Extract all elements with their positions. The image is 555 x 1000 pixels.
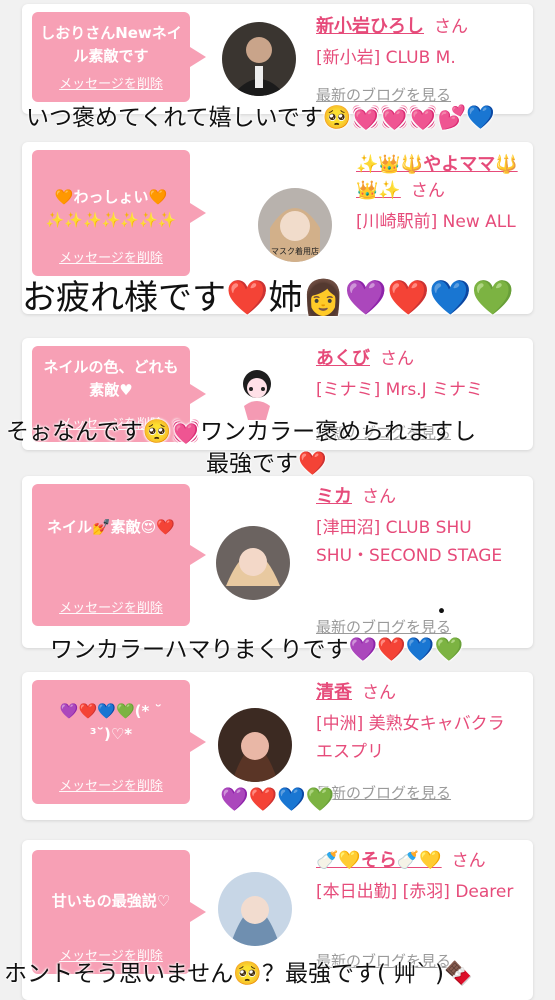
profile-name-link[interactable]: 清香 — [316, 682, 352, 703]
shop-name: [川崎駅前] New ALL — [356, 212, 516, 232]
profile-name-link[interactable]: ミカ — [316, 486, 352, 507]
honorific: さん — [410, 181, 445, 201]
profile-info: 新小岩ひろし さん [新小岩] CLUB M. — [316, 14, 523, 72]
profile-info: ✨👑🔱やよママ🔱👑✨ さん [川崎駅前] New ALL — [356, 152, 523, 236]
avatar[interactable] — [222, 22, 296, 96]
message-text: ネイル💅素敵😍❤️ — [47, 518, 175, 536]
delete-message-link[interactable]: メッセージを削除 — [32, 597, 190, 616]
profile-info: あくび さん [ミナミ] Mrs.J ミナミ — [316, 346, 523, 404]
message-bubble: ネイル💅素敵😍❤️ メッセージを削除 — [32, 484, 206, 626]
avatar[interactable] — [218, 708, 292, 782]
avatar-caption: マスク着用店 — [271, 246, 319, 256]
message-card: ネイル💅素敵😍❤️ メッセージを削除 ミカ さん [津田沼] CLUB SHU S… — [22, 476, 533, 648]
delete-message-link[interactable]: メッセージを削除 — [32, 775, 190, 794]
overlay-text: ・ — [430, 599, 453, 625]
profile-info: 🍼💛そら🍼💛 さん [本日出勤] [赤羽] Dearer — [316, 848, 523, 906]
message-text: 💜❤️💙💚(* ˘ ³˘)♡* — [59, 702, 163, 743]
profile-name-link[interactable]: 🍼💛そら🍼💛 — [316, 850, 442, 871]
shop-name: [新小岩] CLUB M. — [316, 48, 456, 68]
message-bubble: 💜❤️💙💚(* ˘ ³˘)♡* メッセージを削除 — [32, 680, 206, 804]
overlay-text: お疲れ様です❤️姉👩💜❤️💙💚 — [22, 278, 515, 318]
delete-message-link[interactable]: メッセージを削除 — [32, 247, 190, 266]
overlay-text: いつ褒めてくれて嬉しいです🥺💓💓💓💕💙 — [26, 105, 495, 131]
profile-info: 清香 さん [中洲] 美熟女キャバクラ エスプリ — [316, 680, 523, 766]
honorific: さん — [380, 349, 414, 369]
shop-name: [中洲] 美熟女キャバクラ エスプリ — [316, 714, 505, 762]
overlay-text: 💜❤️💙💚 — [220, 787, 335, 813]
honorific: さん — [434, 17, 468, 37]
honorific: さん — [362, 487, 396, 507]
profile-name-link[interactable]: あくび — [316, 348, 370, 369]
message-text: ネイルの色、どれも素敵♥ — [43, 358, 179, 399]
honorific: さん — [451, 851, 486, 871]
avatar[interactable]: マスク着用店 — [258, 188, 332, 262]
message-text: しおりさんNewネイル素敵です — [40, 24, 182, 65]
message-text: 甘いもの最強説♡ — [51, 892, 171, 910]
message-text: 🧡わっしょい🧡 ✨✨✨✨✨✨✨ — [45, 188, 177, 229]
profile-name-link[interactable]: 新小岩ひろし — [316, 16, 424, 37]
overlay-text: そぉなんです🥺💓ワンカラー褒められますし — [6, 419, 477, 445]
honorific: さん — [362, 683, 396, 703]
shop-name: [津田沼] CLUB SHU SHU・SECOND STAGE — [316, 518, 503, 566]
avatar[interactable] — [218, 872, 292, 946]
overlay-text: ホントそう思いません🥺？最強です( 艸ˋ )🍫 — [4, 961, 473, 987]
delete-message-link[interactable]: メッセージを削除 — [32, 73, 190, 92]
overlay-text: ワンカラーハマりまくりです💜❤️💙💚 — [50, 637, 464, 663]
overlay-text: 最強です❤️ — [206, 451, 327, 477]
latest-blog-link[interactable]: 最新のブログを見る — [316, 782, 451, 803]
avatar[interactable] — [216, 526, 290, 600]
message-bubble: しおりさんNewネイル素敵です メッセージを削除 — [32, 12, 206, 102]
shop-name: [ミナミ] Mrs.J ミナミ — [316, 380, 484, 400]
profile-info: ミカ さん [津田沼] CLUB SHU SHU・SECOND STAGE — [316, 484, 523, 570]
message-bubble: 🧡わっしょい🧡 ✨✨✨✨✨✨✨ メッセージを削除 — [32, 150, 206, 276]
shop-name: [本日出勤] [赤羽] Dearer — [316, 882, 514, 902]
